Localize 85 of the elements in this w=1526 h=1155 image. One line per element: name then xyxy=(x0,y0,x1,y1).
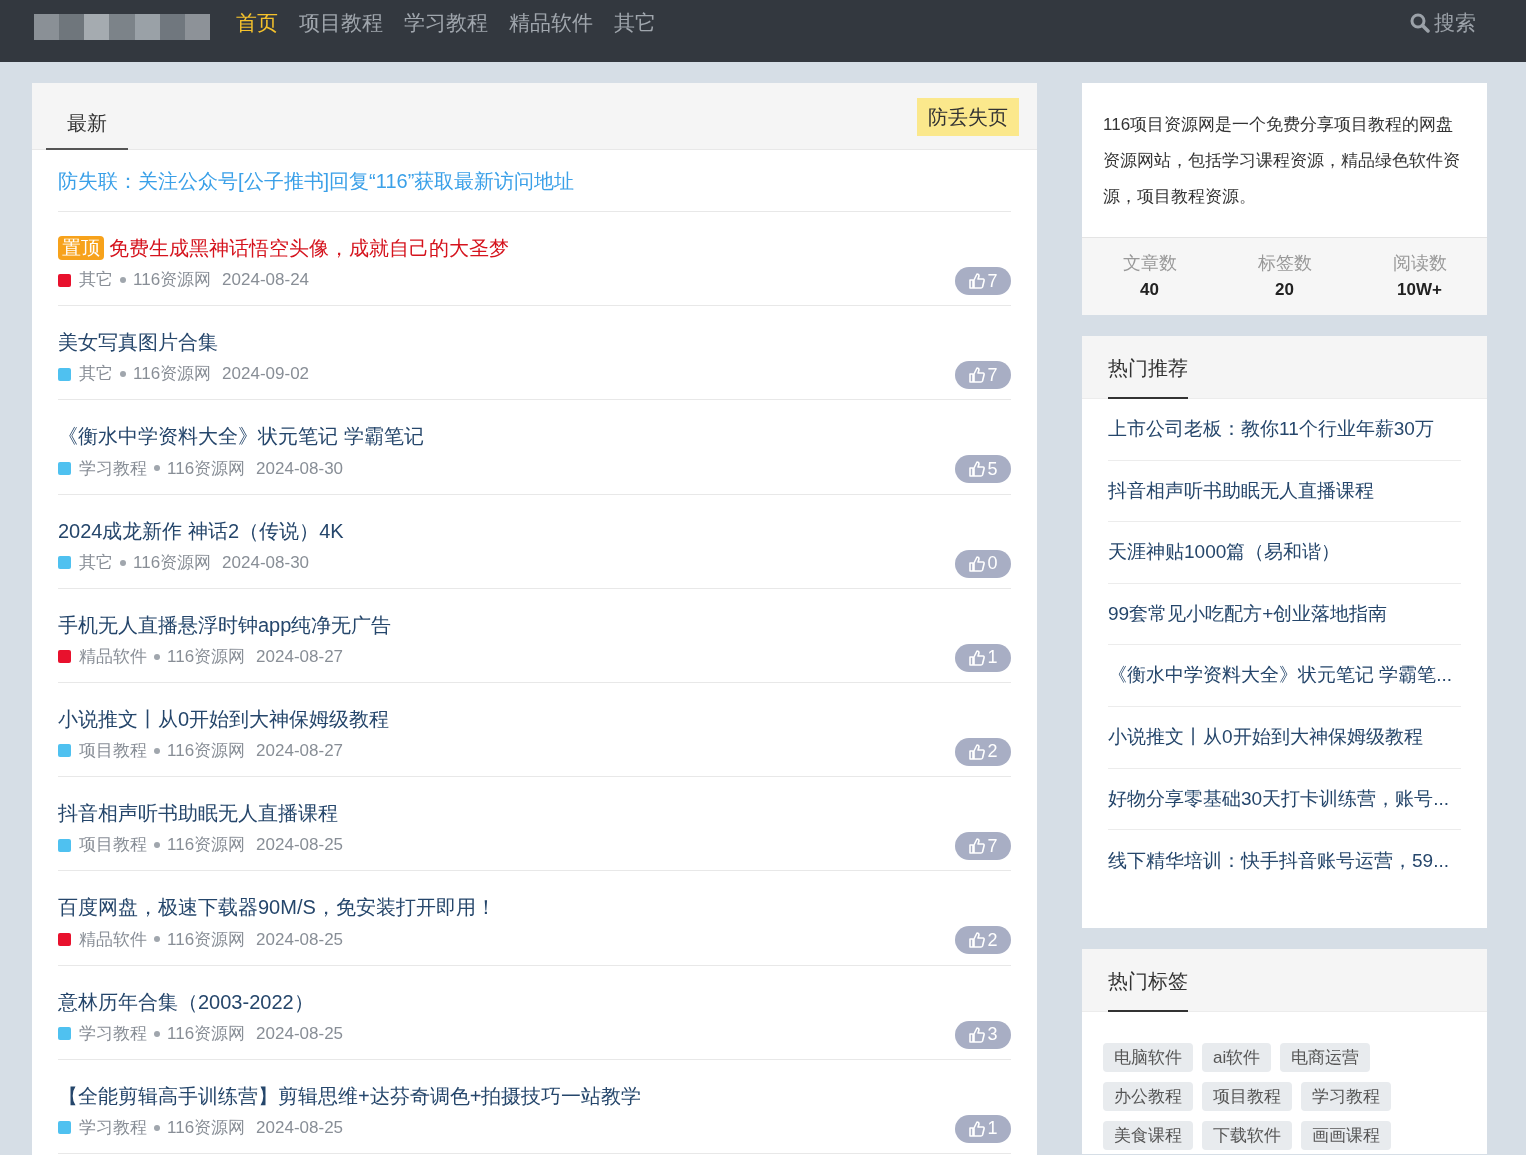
stat-label: 标签数 xyxy=(1257,252,1312,276)
nav-link[interactable]: 精品软件 xyxy=(509,7,593,39)
thumbs-up-icon xyxy=(968,648,987,667)
search-icon xyxy=(1410,13,1430,33)
tag-link[interactable]: 项目教程 xyxy=(1202,1082,1292,1111)
article-title-link[interactable]: 小说推文丨从0开始到大神保姆级教程 xyxy=(58,703,390,734)
post-date: 2024-08-27 xyxy=(256,646,344,668)
article-title-link[interactable]: 2024成龙新作 神话2（传说）4K xyxy=(58,515,344,546)
thumbs-up-icon xyxy=(968,837,987,856)
site-description: 116项目资源网是一个免费分享项目教程的网盘资源网站，包括学习课程资源，精品绿色软件资源，项目教程资源。 xyxy=(1102,114,1461,208)
category-link[interactable]: 精品软件 xyxy=(79,644,147,670)
hot-post-link[interactable]: 抖音相声听书助眠无人直播课程 xyxy=(1108,476,1374,506)
bookmark-button[interactable]: 防丢失页 xyxy=(917,98,1019,136)
post-date: 2024-08-30 xyxy=(222,551,310,574)
article-title-link[interactable]: 《衡水中学资料大全》状元笔记 学霸笔记 xyxy=(58,421,424,452)
hot-post-link[interactable]: 线下精华培训：快手抖音账号运营，59... xyxy=(1108,846,1449,876)
source-label: 116资源网 xyxy=(133,269,212,292)
category-link[interactable]: 项目教程 xyxy=(79,832,147,858)
source-label: 116资源网 xyxy=(167,928,246,951)
post-date: 2024-08-25 xyxy=(256,928,344,951)
hot-post-link[interactable]: 99套常见小吃配方+创业落地指南 xyxy=(1108,599,1388,629)
thumbs-up-icon xyxy=(968,742,987,761)
article-title-link[interactable]: 抖音相声听书助眠无人直播课程 xyxy=(58,798,338,829)
stat-value: 20 xyxy=(1275,279,1294,302)
tag-link[interactable]: 下载软件 xyxy=(1202,1121,1292,1150)
source-label: 116资源网 xyxy=(167,1116,246,1139)
hot-post-link[interactable]: 上市公司老板：教你11个行业年薪30万 xyxy=(1108,415,1434,444)
article-title-link[interactable]: 美女写真图片合集 xyxy=(58,327,218,358)
category-link[interactable]: 其它 xyxy=(79,267,113,293)
tag-link[interactable]: 美食课程 xyxy=(1103,1121,1193,1150)
pinned-badge: 置顶 xyxy=(58,236,104,260)
article-title-link[interactable]: 免费生成黑神话悟空头像，成就自己的大圣梦 xyxy=(109,233,509,263)
nav-link[interactable]: 项目教程 xyxy=(299,7,383,39)
category-link[interactable]: 学习教程 xyxy=(79,455,147,482)
post-date: 2024-08-24 xyxy=(222,269,310,292)
category-link[interactable]: 学习教程 xyxy=(79,1114,147,1141)
tag-link[interactable]: 办公教程 xyxy=(1103,1082,1193,1111)
source-label: 116资源网 xyxy=(167,646,246,668)
category-link[interactable]: 项目教程 xyxy=(79,738,147,764)
article-title-link[interactable]: 手机无人直播悬浮时钟app纯净无广告 xyxy=(58,609,392,640)
nav-link[interactable]: 学习教程 xyxy=(404,7,488,39)
category-link[interactable]: 其它 xyxy=(79,549,113,576)
hot-post-link[interactable]: 小说推文丨从0开始到大神保姆级教程 xyxy=(1108,723,1423,752)
source-label: 116资源网 xyxy=(133,363,212,386)
nav-link[interactable]: 其它 xyxy=(614,7,656,39)
nav-link[interactable]: 首页 xyxy=(236,7,278,39)
thumbs-up-icon xyxy=(968,1025,987,1044)
source-label: 116资源网 xyxy=(167,1022,246,1045)
article-title-link[interactable]: 百度网盘，极速下载器90M/S，免安装打开即用！ xyxy=(58,892,496,923)
tag-link[interactable]: 学习教程 xyxy=(1301,1082,1391,1111)
source-label: 116资源网 xyxy=(167,834,246,857)
post-date: 2024-08-27 xyxy=(256,740,344,763)
source-label: 116资源网 xyxy=(133,551,212,574)
post-date: 2024-08-25 xyxy=(256,1116,344,1139)
hot-post-link[interactable]: 好物分享零基础30天打卡训练营，账号... xyxy=(1108,784,1449,814)
tag-link[interactable]: 电商运营 xyxy=(1280,1043,1371,1072)
post-date: 2024-09-02 xyxy=(222,363,310,386)
section-title: 热门标签 xyxy=(1108,966,1188,1012)
stat-value: 40 xyxy=(1140,279,1159,302)
thumbs-up-icon xyxy=(968,460,987,479)
post-date: 2024-08-25 xyxy=(256,834,344,857)
thumbs-up-icon xyxy=(968,554,987,573)
post-date: 2024-08-25 xyxy=(256,1022,344,1045)
source-label: 116资源网 xyxy=(167,457,246,480)
category-link[interactable]: 其它 xyxy=(79,361,113,387)
search-button[interactable]: 搜索 xyxy=(1410,7,1476,39)
tag-link[interactable]: ai软件 xyxy=(1202,1043,1272,1072)
stat-label: 阅读数 xyxy=(1392,252,1447,276)
tag-link[interactable]: 画画课程 xyxy=(1301,1121,1391,1150)
source-label: 116资源网 xyxy=(167,740,246,763)
category-link[interactable]: 学习教程 xyxy=(79,1020,147,1047)
thumbs-up-icon xyxy=(968,1119,987,1138)
article-title-link[interactable]: 【全能剪辑高手训练营】剪辑思维+达芬奇调色+拍摄技巧一站教学 xyxy=(58,1080,642,1111)
post-date: 2024-08-30 xyxy=(256,457,344,480)
thumbs-up-icon xyxy=(968,366,987,385)
category-link[interactable]: 精品软件 xyxy=(79,926,147,953)
section-title: 热门推荐 xyxy=(1108,353,1188,399)
article-title-link[interactable]: 意林历年合集（2003-2022） xyxy=(58,986,314,1017)
thumbs-up-icon xyxy=(968,931,987,950)
thumbs-up-icon xyxy=(968,272,987,290)
stat-value: 10W+ xyxy=(1397,279,1442,302)
hot-post-link[interactable]: 《衡水中学资料大全》状元笔记 学霸笔... xyxy=(1108,661,1453,690)
stat-label: 文章数 xyxy=(1122,252,1177,276)
hot-post-link[interactable]: 天涯神贴1000篇（易和谐） xyxy=(1108,538,1341,567)
tag-link[interactable]: 电脑软件 xyxy=(1103,1043,1193,1072)
